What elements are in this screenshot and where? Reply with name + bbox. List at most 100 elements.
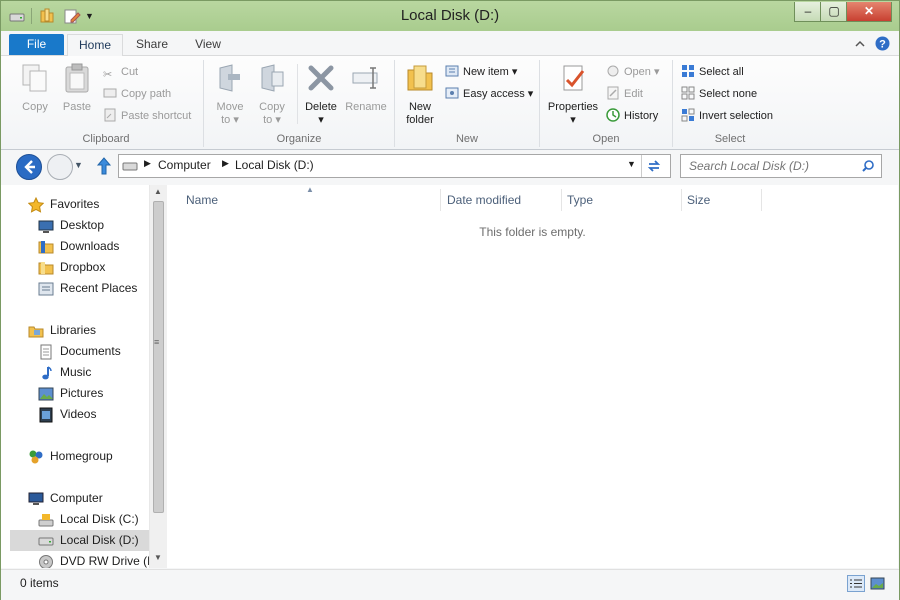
minimize-button[interactable]: – (794, 2, 822, 22)
select-group: Select all Select none Invert selection … (673, 60, 787, 147)
cut-button[interactable]: ✂ Cut (103, 62, 138, 82)
tab-share[interactable]: Share (127, 34, 177, 55)
breadcrumb-chevron-icon[interactable]: ▶ (222, 158, 229, 169)
column-header-name[interactable]: Name (180, 189, 441, 211)
new-group: New folder New item ▾ Easy access ▾ New (395, 60, 540, 147)
nav-item-libraries[interactable]: Libraries (1, 320, 149, 341)
paste-button[interactable]: Paste (57, 62, 97, 114)
copy-path-button[interactable]: Copy path (103, 84, 171, 104)
recent-locations-icon[interactable]: ▼ (74, 160, 83, 170)
item-count: 0 items (20, 576, 59, 590)
nav-item-homegroup[interactable]: Homegroup (1, 446, 149, 467)
address-dropdown-icon[interactable]: ▼ (627, 159, 636, 169)
breadcrumb-local-disk-d[interactable]: Local Disk (D:) (235, 158, 314, 172)
copy-button[interactable]: Copy (15, 62, 55, 114)
nav-item-videos[interactable]: Videos (1, 404, 149, 425)
column-header-type[interactable]: Type (561, 189, 682, 211)
search-icon[interactable] (861, 159, 875, 173)
nav-item-pictures[interactable]: Pictures (1, 383, 149, 404)
close-button[interactable]: ✕ (846, 2, 892, 22)
search-box[interactable] (680, 154, 882, 178)
nav-item-desktop[interactable]: Desktop (1, 215, 149, 236)
minimize-ribbon-icon[interactable] (854, 38, 866, 50)
scroll-up-icon[interactable]: ▲ (154, 187, 162, 196)
back-arrow-icon[interactable] (15, 153, 43, 181)
rename-button[interactable]: Rename (344, 62, 388, 114)
address-bar[interactable]: ▶ Computer ▶ Local Disk (D:) ▼ (118, 154, 671, 178)
invert-selection-button[interactable]: Invert selection (681, 106, 773, 126)
history-button[interactable]: History (606, 106, 658, 126)
star-icon (28, 197, 44, 213)
organize-group-label: Organize (276, 133, 322, 145)
nav-item-favorites[interactable]: Favorites (1, 194, 149, 215)
empty-folder-message: This folder is empty. (479, 225, 586, 239)
computer-icon (28, 492, 44, 505)
properties-button[interactable]: Properties ▾ (544, 62, 602, 127)
move-to-icon (219, 64, 240, 92)
nav-item-music[interactable]: Music (1, 362, 149, 383)
column-header-size[interactable]: Size (681, 189, 762, 211)
select-none-button[interactable]: Select none (681, 84, 757, 104)
column-header-date-modified[interactable]: Date modified (441, 189, 562, 211)
help-icon[interactable]: ? (875, 36, 890, 51)
open-button[interactable]: Open ▾ (606, 62, 660, 82)
open-group-label: Open (592, 133, 620, 145)
folder-icon (38, 262, 54, 275)
status-bar: 0 items (1, 569, 899, 600)
select-all-button[interactable]: Select all (681, 62, 744, 82)
new-folder-button[interactable]: New folder (399, 62, 441, 127)
maximize-button[interactable]: ▢ (820, 2, 848, 22)
paste-shortcut-icon (104, 108, 116, 122)
paste-icon (65, 63, 89, 93)
properties-icon (563, 65, 585, 91)
easy-access-icon (445, 87, 459, 99)
navpane-scrollbar[interactable]: ≡ ▼ ▲ (149, 185, 167, 568)
tab-view[interactable]: View (184, 34, 232, 55)
drive-icon (122, 162, 138, 171)
details-view-icon[interactable] (847, 575, 865, 592)
new-group-label: New (455, 133, 478, 145)
edit-button[interactable]: Edit (606, 84, 643, 104)
nav-item-local-disk-c[interactable]: Local Disk (C:) (1, 509, 149, 530)
nav-item-recent-places[interactable]: Recent Places (1, 278, 149, 299)
forward-arrow-icon[interactable] (46, 153, 74, 181)
copy-path-icon (103, 88, 117, 98)
edit-icon (607, 86, 619, 100)
breadcrumb-computer[interactable]: Computer (158, 158, 211, 172)
breadcrumb-chevron-icon[interactable]: ▶ (144, 158, 151, 169)
delete-button[interactable]: Delete ▾ (301, 62, 341, 127)
scrollbar-thumb[interactable] (153, 201, 164, 513)
ribbon-tabs: File Home Share View ? (1, 31, 899, 57)
nav-item-downloads[interactable]: Downloads (1, 236, 149, 257)
documents-icon (40, 344, 52, 360)
delete-icon (308, 65, 334, 91)
refresh-icon[interactable] (646, 158, 662, 174)
new-item-button[interactable]: New item ▾ (445, 62, 517, 82)
search-input[interactable] (687, 155, 861, 177)
homegroup-icon (29, 450, 43, 464)
nav-item-dvd-rw-drive[interactable]: DVD RW Drive (E: (1, 551, 149, 568)
videos-icon (39, 407, 53, 423)
recent-places-icon (38, 282, 54, 296)
nav-item-computer[interactable]: Computer (1, 488, 149, 509)
nav-item-local-disk-d[interactable]: Local Disk (D:) (10, 530, 149, 551)
title-bar[interactable]: ▼ Local Disk (D:) – ▢ ✕ (1, 1, 899, 31)
nav-item-dropbox[interactable]: Dropbox (1, 257, 149, 278)
move-to-button[interactable]: Move to ▾ (210, 62, 250, 127)
easy-access-button[interactable]: Easy access ▾ (445, 84, 533, 104)
desktop-icon (38, 220, 54, 233)
large-icons-view-icon[interactable] (869, 575, 886, 592)
clipboard-group-label: Clipboard (82, 133, 130, 145)
paste-shortcut-button[interactable]: Paste shortcut (103, 106, 191, 126)
tab-home[interactable]: Home (67, 34, 123, 57)
music-icon (42, 366, 52, 380)
nav-item-documents[interactable]: Documents (1, 341, 149, 362)
invert-selection-icon (681, 108, 695, 122)
history-icon (606, 108, 620, 122)
folder-icon (407, 65, 433, 91)
up-arrow-icon[interactable] (96, 157, 112, 175)
clipboard-group: Copy Paste ✂ Cut Copy path Paste shortcut… (9, 60, 204, 147)
scroll-down-icon[interactable]: ▼ (154, 553, 162, 562)
copy-to-button[interactable]: Copy to ▾ (252, 62, 292, 127)
tab-file[interactable]: File (9, 34, 64, 55)
